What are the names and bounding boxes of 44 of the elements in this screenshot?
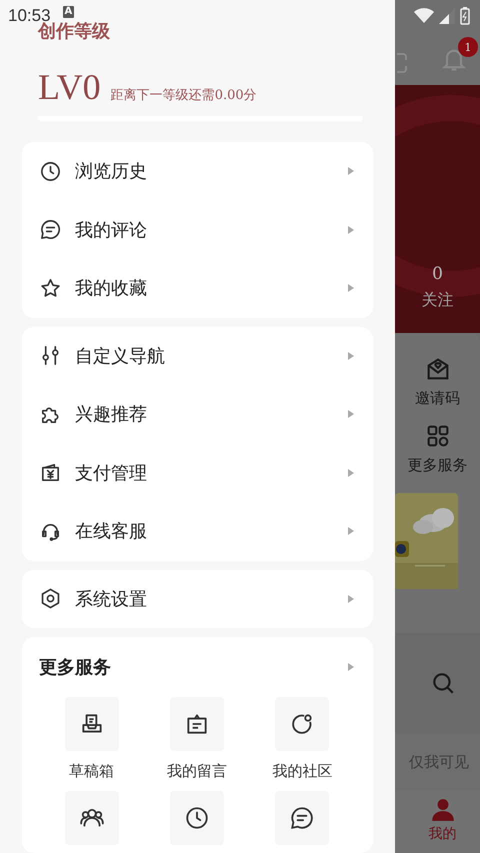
menu-item[interactable]: 兴趣推荐 <box>22 385 373 444</box>
following-count: 0 <box>432 264 443 284</box>
menu-item[interactable]: 我的收藏 <box>22 259 373 318</box>
services-title: 更多服务 <box>39 656 111 679</box>
service-tile[interactable] <box>64 791 119 845</box>
menu-item[interactable]: 自定义导航 <box>22 326 373 385</box>
shortcut-item[interactable]: 更多服务 <box>395 422 480 475</box>
scan-icon <box>395 51 407 75</box>
clock-icon <box>39 160 62 183</box>
comment-icon <box>39 218 62 242</box>
arrow-icon <box>347 526 355 536</box>
battery-icon <box>460 7 470 25</box>
service-tile[interactable] <box>275 697 330 751</box>
arrow-icon <box>347 224 355 235</box>
arrow-icon <box>347 350 355 361</box>
level-hint: 距离下一等级还需0.00分 <box>110 87 257 104</box>
menu-item[interactable]: 系统设置 <box>22 570 373 628</box>
arrow-icon <box>347 166 355 176</box>
service-tile[interactable] <box>170 697 224 751</box>
arrow-icon <box>347 468 355 478</box>
menu-item[interactable]: 在线客服 <box>22 502 373 560</box>
arrow-icon <box>347 283 355 294</box>
service-label: 我的留言 <box>166 762 227 781</box>
arrow-icon <box>347 594 355 604</box>
notification-icon: A <box>62 6 74 18</box>
person-icon <box>430 797 456 823</box>
service-tile[interactable] <box>64 697 119 751</box>
shortcut-item[interactable]: 邀请码 <box>395 355 480 408</box>
comment-icon <box>289 805 316 831</box>
menu-item[interactable]: 浏览历史 <box>22 142 373 200</box>
service-tile[interactable] <box>170 791 224 845</box>
level-name: LV0 <box>38 67 101 107</box>
wifi-icon <box>414 8 434 24</box>
arrow-icon <box>347 409 355 420</box>
menu-item[interactable]: 我的评论 <box>22 200 373 259</box>
clock-icon <box>184 805 210 831</box>
service-label: 草稿箱 <box>69 762 114 781</box>
service-tile[interactable] <box>275 791 330 845</box>
settings-icon <box>39 587 62 610</box>
menu-item[interactable]: 支付管理 <box>22 444 373 502</box>
signal-icon <box>439 8 455 24</box>
notification-badge: 1 <box>458 37 478 57</box>
following-label: 关注 <box>422 290 454 311</box>
service-label: 我的社区 <box>272 762 332 781</box>
